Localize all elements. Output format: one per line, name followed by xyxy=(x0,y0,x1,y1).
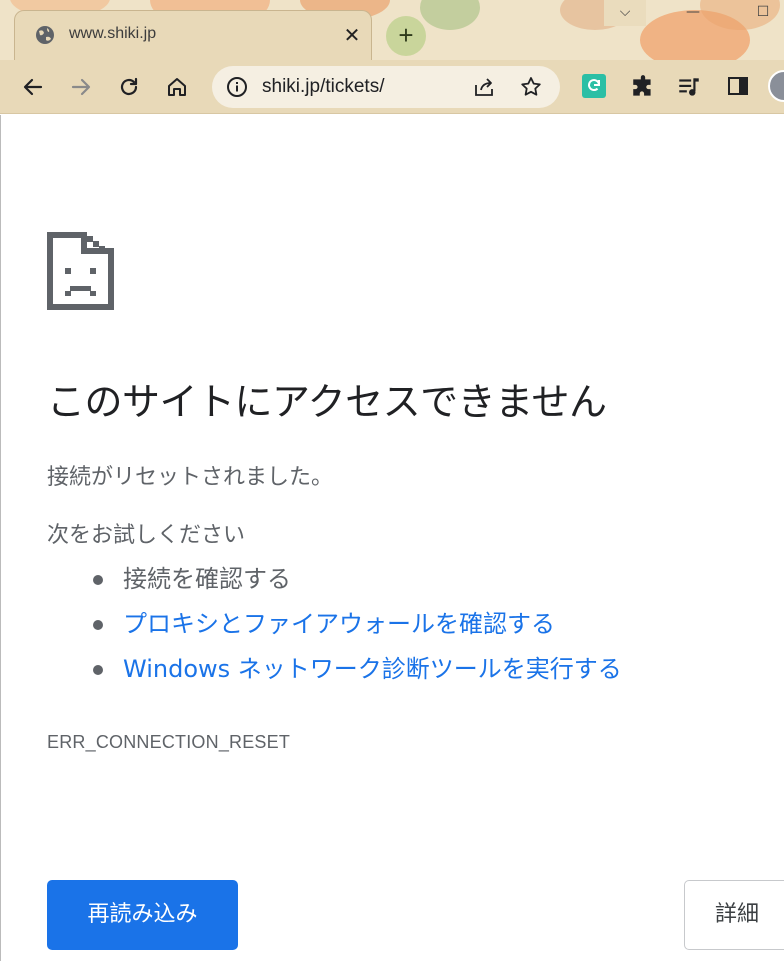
suggestions-label: 次をお試しください xyxy=(47,523,246,548)
share-icon[interactable] xyxy=(472,75,496,103)
tab-title: www.shiki.jp xyxy=(69,25,157,42)
sad-document-icon xyxy=(47,232,114,310)
maximize-button[interactable]: ☐ xyxy=(742,0,784,26)
error-subtitle: 接続がリセットされました。 xyxy=(47,465,334,490)
reload-page-button[interactable]: 再読み込み xyxy=(47,880,238,950)
minimize-button[interactable]: — xyxy=(672,0,714,26)
extensions-puzzle-icon[interactable] xyxy=(630,74,656,104)
browser-tab[interactable]: www.shiki.jp ✕ xyxy=(14,10,372,60)
error-page: このサイトにアクセスできません 接続がリセットされました。 次をお試しください … xyxy=(0,115,784,961)
suggestion-check-proxy-firewall-link[interactable]: プロキシとファイアウォールを確認する xyxy=(93,606,622,651)
suggestions-list: 接続を確認する プロキシとファイアウォールを確認する Windows ネットワー… xyxy=(93,561,622,696)
suggestion-run-network-diagnostics-link[interactable]: Windows ネットワーク診断ツールを実行する xyxy=(93,651,622,696)
suggestion-check-connection: 接続を確認する xyxy=(93,561,622,606)
reload-button[interactable] xyxy=(112,70,146,104)
browser-toolbar: shiki.jp/tickets/ xyxy=(0,60,784,114)
new-tab-button[interactable]: + xyxy=(386,16,426,56)
back-button[interactable] xyxy=(16,70,50,104)
address-bar[interactable]: shiki.jp/tickets/ xyxy=(212,66,560,108)
globe-icon xyxy=(35,25,55,45)
error-code: ERR_CONNECTION_RESET xyxy=(47,732,291,752)
details-button[interactable]: 詳細 xyxy=(684,880,784,950)
reload-icon xyxy=(120,77,138,96)
tab-strip: www.shiki.jp ✕ + ⌵ — ☐ xyxy=(0,0,784,62)
home-button[interactable] xyxy=(160,70,194,104)
error-headline: このサイトにアクセスできません xyxy=(47,380,607,424)
tab-search-icon[interactable]: ⌵ xyxy=(604,0,646,26)
info-icon[interactable] xyxy=(226,76,248,102)
side-panel-icon[interactable] xyxy=(726,74,750,102)
arrow-left-icon xyxy=(23,78,43,96)
forward-button[interactable] xyxy=(64,70,98,104)
extension-refresh-icon[interactable] xyxy=(582,74,606,98)
media-control-icon[interactable] xyxy=(676,74,702,104)
arrow-right-icon xyxy=(71,78,91,96)
bookmark-star-icon[interactable] xyxy=(519,75,543,103)
url-text[interactable]: shiki.jp/tickets/ xyxy=(262,76,384,98)
home-icon xyxy=(168,78,186,96)
theme-decoration xyxy=(420,0,480,30)
profile-avatar[interactable] xyxy=(768,70,784,102)
close-tab-icon[interactable]: ✕ xyxy=(341,24,363,46)
